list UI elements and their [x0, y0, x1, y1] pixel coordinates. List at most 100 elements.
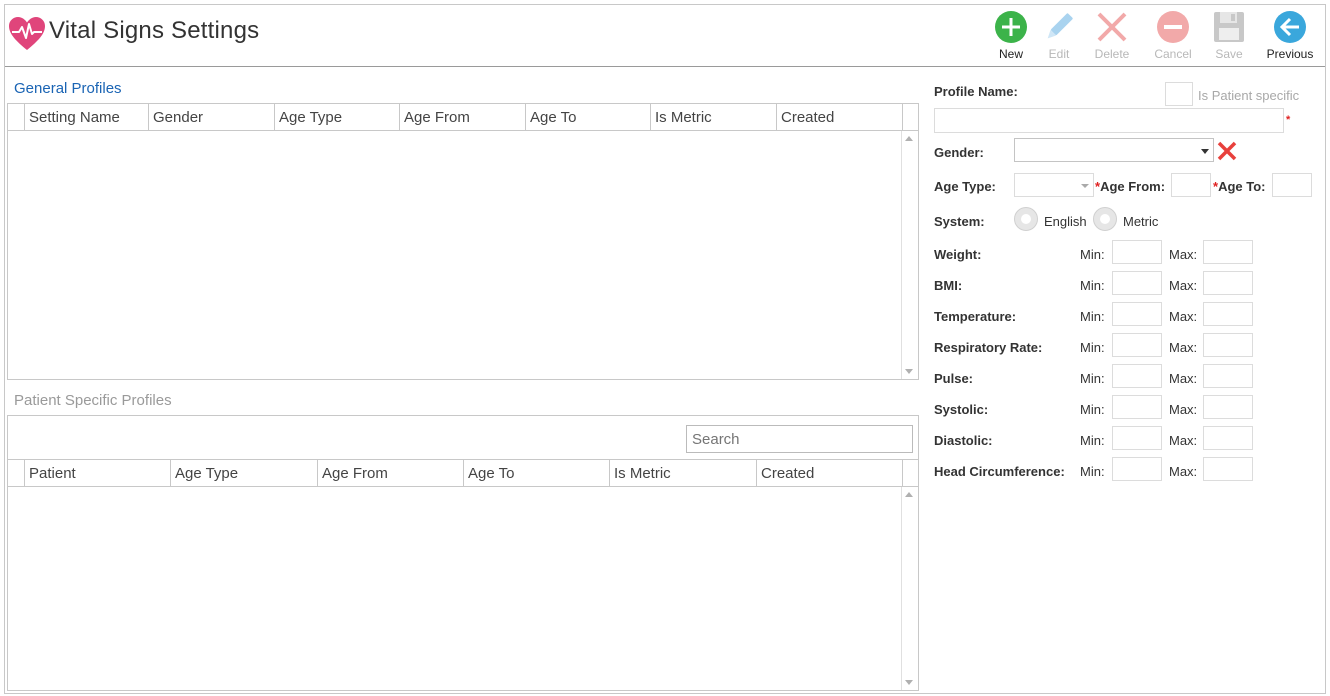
profile-name-input[interactable] — [934, 108, 1284, 133]
min-label: Min: — [1080, 433, 1105, 448]
column-age-to[interactable]: Age To — [525, 104, 650, 131]
column-age-to[interactable]: Age To — [463, 460, 609, 487]
chevron-down-icon — [1201, 149, 1209, 154]
weight-label: Weight: — [934, 247, 982, 262]
delete-button[interactable]: Delete — [1084, 8, 1140, 64]
gender-label: Gender: — [934, 145, 984, 160]
min-label: Min: — [1080, 247, 1105, 262]
pencil-icon — [1047, 13, 1073, 39]
column-age-type[interactable]: Age Type — [274, 104, 399, 131]
bmi-min-input[interactable] — [1112, 271, 1162, 295]
column-created[interactable]: Created — [776, 104, 902, 131]
respiratory-rate-max-input[interactable] — [1203, 333, 1253, 357]
system-label: System: — [934, 214, 985, 229]
systolic-max-input[interactable] — [1203, 395, 1253, 419]
column-is-metric[interactable]: Is Metric — [650, 104, 776, 131]
save-button-label: Save — [1215, 47, 1243, 61]
heart-pulse-icon — [9, 17, 45, 50]
general-profiles-title: General Profiles — [14, 80, 122, 97]
general-profiles-grid: Setting Name Gender Age Type Age From Ag… — [7, 103, 919, 380]
patient-profiles-header: Patient Age Type Age From Age To Is Metr… — [8, 459, 918, 487]
age-from-input[interactable] — [1171, 173, 1211, 197]
scroll-up-icon[interactable] — [905, 492, 913, 497]
column-created[interactable]: Created — [756, 460, 902, 487]
age-type-label: Age Type: — [934, 179, 996, 194]
column-setting-name[interactable]: Setting Name — [24, 104, 148, 131]
column-age-type[interactable]: Age Type — [170, 460, 317, 487]
diastolic-max-input[interactable] — [1203, 426, 1253, 450]
metric-radio-label: Metric — [1123, 214, 1159, 229]
max-label: Max: — [1169, 340, 1198, 355]
min-label: Min: — [1080, 464, 1105, 479]
bmi-label: BMI: — [934, 278, 963, 293]
search-input[interactable] — [686, 425, 913, 453]
column-gender[interactable]: Gender — [148, 104, 274, 131]
general-profiles-scrollbar[interactable] — [901, 131, 918, 379]
chevron-down-icon — [1081, 184, 1089, 188]
clear-gender-icon[interactable] — [1216, 140, 1238, 162]
cancel-button-label: Cancel — [1154, 47, 1192, 61]
minus-circle-icon — [1157, 11, 1189, 43]
page-title: Vital Signs Settings — [49, 17, 260, 44]
edit-button[interactable]: Edit — [1031, 8, 1087, 64]
delete-button-label: Delete — [1094, 47, 1130, 61]
column-is-metric[interactable]: Is Metric — [609, 460, 756, 487]
age-to-label: *Age To: — [1213, 179, 1265, 194]
min-label: Min: — [1080, 371, 1105, 386]
head-circumference-min-input[interactable] — [1112, 457, 1162, 481]
patient-profiles-scrollbar[interactable] — [901, 487, 918, 690]
save-button[interactable]: Save — [1201, 8, 1257, 64]
head-circumference-max-input[interactable] — [1203, 457, 1253, 481]
column-age-from[interactable]: Age From — [317, 460, 463, 487]
column-patient[interactable]: Patient — [24, 460, 170, 487]
systolic-label: Systolic: — [934, 402, 989, 417]
scroll-down-icon[interactable] — [905, 369, 913, 374]
required-mark: * — [1286, 114, 1291, 126]
plus-circle-icon — [995, 11, 1027, 43]
scroll-up-icon[interactable] — [905, 136, 913, 141]
systolic-min-input[interactable] — [1112, 395, 1162, 419]
vital-signs-settings-window: Vital Signs Settings New Edit Delete Can… — [4, 4, 1326, 694]
bmi-max-input[interactable] — [1203, 271, 1253, 295]
pulse-max-input[interactable] — [1203, 364, 1253, 388]
age-to-label-text: Age To: — [1218, 179, 1266, 194]
temperature-label: Temperature: — [934, 309, 1017, 324]
diastolic-label: Diastolic: — [934, 433, 993, 448]
edit-button-label: Edit — [1048, 47, 1070, 61]
respiratory-rate-min-input[interactable] — [1112, 333, 1162, 357]
max-label: Max: — [1169, 371, 1198, 386]
max-label: Max: — [1169, 309, 1198, 324]
english-radio-label: English — [1044, 214, 1087, 229]
pulse-min-input[interactable] — [1112, 364, 1162, 388]
max-label: Max: — [1169, 433, 1198, 448]
profile-name-label: Profile Name: — [934, 84, 1018, 99]
metric-radio[interactable] — [1093, 207, 1117, 231]
max-label: Max: — [1169, 464, 1198, 479]
header-spacer — [902, 460, 918, 487]
floppy-disk-icon — [1214, 12, 1244, 42]
previous-button-label: Previous — [1266, 47, 1314, 61]
is-patient-specific-checkbox[interactable] — [1165, 82, 1193, 106]
weight-min-input[interactable] — [1112, 240, 1162, 264]
arrow-left-circle-icon — [1274, 11, 1306, 43]
is-patient-specific-label: Is Patient specific — [1198, 88, 1300, 103]
age-type-dropdown[interactable] — [1014, 173, 1094, 197]
gender-dropdown[interactable] — [1014, 138, 1214, 162]
patient-profiles-title: Patient Specific Profiles — [14, 392, 172, 409]
min-label: Min: — [1080, 340, 1105, 355]
age-to-input[interactable] — [1272, 173, 1312, 197]
head-circumference-label: Head Circumference: — [934, 464, 1065, 479]
cancel-button[interactable]: Cancel — [1145, 8, 1201, 64]
diastolic-min-input[interactable] — [1112, 426, 1162, 450]
patient-profiles-grid: Patient Age Type Age From Age To Is Metr… — [7, 415, 919, 691]
scroll-down-icon[interactable] — [905, 680, 913, 685]
min-label: Min: — [1080, 402, 1105, 417]
column-age-from[interactable]: Age From — [399, 104, 525, 131]
english-radio[interactable] — [1014, 207, 1038, 231]
general-profiles-header: Setting Name Gender Age Type Age From Ag… — [8, 104, 918, 131]
weight-max-input[interactable] — [1203, 240, 1253, 264]
temperature-max-input[interactable] — [1203, 302, 1253, 326]
previous-button[interactable]: Previous — [1262, 8, 1318, 64]
age-from-label-text: Age From: — [1100, 179, 1166, 194]
temperature-min-input[interactable] — [1112, 302, 1162, 326]
